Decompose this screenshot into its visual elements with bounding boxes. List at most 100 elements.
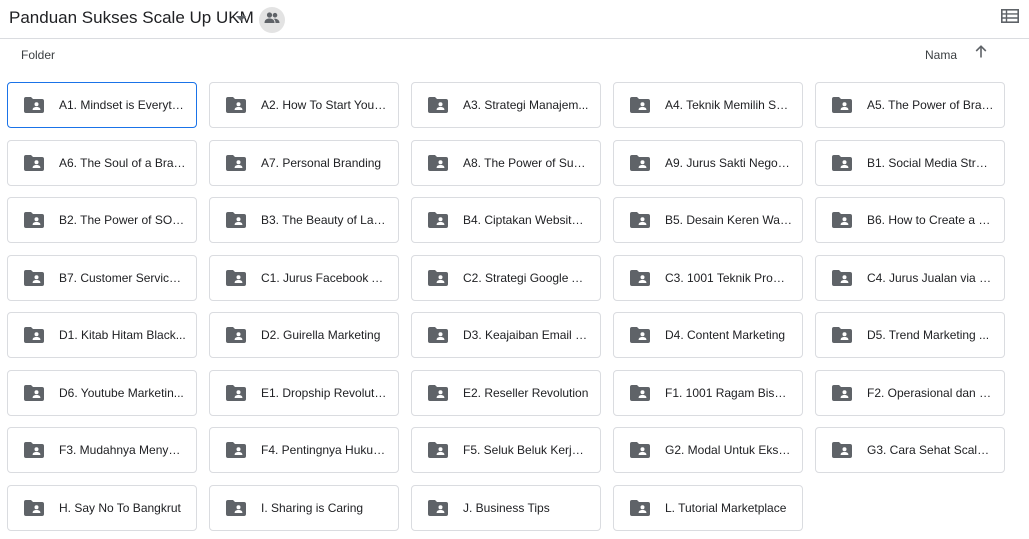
sort-direction-button[interactable] — [972, 45, 990, 62]
shared-folder-icon — [428, 97, 448, 113]
shared-folder-icon — [428, 327, 448, 343]
shared-folder-icon — [226, 154, 246, 171]
shared-folder-icon — [630, 327, 650, 343]
shared-folder-icon — [24, 499, 44, 516]
folder-item[interactable]: D2. Guirella Marketing — [209, 312, 399, 358]
folder-item[interactable]: E1. Dropship Revolution — [209, 369, 399, 416]
folder-item[interactable]: E2. Reseller Revolution — [411, 369, 601, 416]
shared-folder-icon — [24, 327, 44, 343]
folder-name: A3. Strategi Manajem... — [463, 98, 589, 112]
folder-item[interactable]: B3. The Beauty of Lan... — [209, 197, 399, 243]
folder-item[interactable]: A9. Jurus Sakti Negos... — [613, 139, 803, 186]
folder-item[interactable]: F3. Mudahnya Menyus... — [7, 427, 197, 473]
folder-name: I. Sharing is Caring — [261, 500, 364, 515]
shared-folder-icon — [24, 442, 44, 458]
folder-item[interactable]: B4. Ciptakan Website ... — [411, 197, 601, 243]
folder-item[interactable]: F4. Pentingnya Hukum... — [209, 427, 399, 473]
folder-item[interactable]: G3. Cara Sehat Scale ... — [815, 427, 1005, 473]
folder-item[interactable]: A4. Teknik Memilih Su... — [613, 82, 803, 128]
folder-name: C4. Jurus Jualan via S... — [867, 270, 994, 285]
shared-folder-icon — [428, 499, 448, 516]
shared-folder-icon — [428, 212, 448, 228]
folder-name: D3. Keajaiban Email M... — [463, 328, 590, 342]
folder-name: F3. Mudahnya Menyus... — [59, 443, 186, 457]
folder-item[interactable]: A7. Personal Branding — [209, 139, 399, 186]
shared-folder-icon — [428, 269, 448, 286]
folder-item[interactable]: C4. Jurus Jualan via S... — [815, 254, 1005, 301]
folder-item[interactable]: F5. Seluk Beluk Kerjas... — [411, 427, 601, 473]
folder-item[interactable]: B5. Desain Keren Waji... — [613, 197, 803, 243]
folder-name: G2. Modal Untuk Eksp... — [665, 443, 792, 457]
folder-item[interactable]: H. Say No To Bangkrut — [7, 484, 197, 531]
folder-item[interactable]: A2. How To Start Your ... — [209, 82, 399, 128]
shared-folder-icon — [428, 154, 448, 171]
shared-folder-icon — [630, 384, 650, 401]
folder-name: F1. 1001 Ragam Bisni... — [665, 385, 792, 400]
shared-folder-icon — [428, 384, 448, 401]
folder-name: C2. Strategi Google Ads — [463, 270, 590, 285]
folder-grid: A1. Mindset is Everyting A2. How To Start… — [7, 82, 1005, 531]
shared-folder-icon — [24, 269, 44, 286]
shared-folder-icon — [832, 442, 852, 458]
shared-folder-icon — [832, 384, 852, 401]
folder-item[interactable]: F2. Operasional dan K... — [815, 369, 1005, 416]
folder-item[interactable]: A8. The Power of Sup... — [411, 139, 601, 186]
folder-name: C3. 1001 Teknik Prom... — [665, 270, 792, 285]
folder-name: C1. Jurus Facebook A... — [261, 270, 388, 285]
shared-folder-icon — [24, 97, 44, 113]
shared-folder-icon — [832, 327, 852, 343]
list-view-icon — [1001, 8, 1019, 28]
folder-item[interactable]: A1. Mindset is Everyting — [7, 82, 197, 128]
folder-item[interactable]: G2. Modal Untuk Eksp... — [613, 427, 803, 473]
folder-name: B6. How to Create a Gr... — [867, 213, 994, 227]
folder-item[interactable]: B2. The Power of SOS... — [7, 197, 197, 243]
folder-name: A2. How To Start Your ... — [261, 98, 388, 112]
section-label-folder: Folder — [21, 48, 56, 62]
folder-name: H. Say No To Bangkrut — [59, 500, 181, 515]
shared-folder-icon — [226, 327, 246, 343]
folder-name: F2. Operasional dan K... — [867, 385, 994, 400]
shared-people-button[interactable] — [259, 7, 285, 33]
shared-folder-icon — [832, 154, 852, 171]
folder-item[interactable]: A3. Strategi Manajem... — [411, 82, 601, 128]
folder-name: B7. Customer Service ... — [59, 270, 186, 285]
shared-folder-icon — [226, 442, 246, 458]
folder-name: G3. Cara Sehat Scale ... — [867, 443, 994, 457]
folder-name: L. Tutorial Marketplace — [665, 500, 787, 515]
folder-item[interactable]: A5. The Power of Bran... — [815, 82, 1005, 128]
folder-item[interactable]: C1. Jurus Facebook A... — [209, 254, 399, 301]
folder-item[interactable]: A6. The Soul of a Brand — [7, 139, 197, 186]
folder-item[interactable]: L. Tutorial Marketplace — [613, 484, 803, 531]
folder-item[interactable]: B7. Customer Service ... — [7, 254, 197, 301]
folder-item[interactable]: J. Business Tips — [411, 484, 601, 531]
folder-item[interactable]: D6. Youtube Marketin... — [7, 369, 197, 416]
shared-folder-icon — [630, 154, 650, 171]
folder-name: A4. Teknik Memilih Su... — [665, 98, 792, 112]
folder-item[interactable]: D1. Kitab Hitam Black... — [7, 312, 197, 358]
shared-folder-icon — [226, 384, 246, 401]
shared-folder-icon — [24, 154, 44, 171]
shared-folder-icon — [24, 212, 44, 228]
shared-folder-icon — [630, 97, 650, 113]
folder-item[interactable]: D3. Keajaiban Email M... — [411, 312, 601, 358]
folder-item[interactable]: I. Sharing is Caring — [209, 484, 399, 531]
folder-item[interactable]: C2. Strategi Google Ads — [411, 254, 601, 301]
shared-folder-icon — [428, 442, 448, 458]
people-icon — [264, 11, 280, 29]
folder-name: B1. Social Media Strat... — [867, 155, 994, 170]
folder-name: A1. Mindset is Everyting — [59, 98, 186, 112]
shared-folder-icon — [630, 269, 650, 286]
folder-name: F4. Pentingnya Hukum... — [261, 443, 388, 457]
sort-by-name-button[interactable]: Nama — [925, 48, 957, 62]
folder-item[interactable]: C3. 1001 Teknik Prom... — [613, 254, 803, 301]
folder-title[interactable]: Panduan Sukses Scale Up UKM — [9, 8, 254, 28]
folder-name: D2. Guirella Marketing — [261, 328, 381, 342]
list-view-button[interactable] — [1001, 8, 1019, 28]
folder-name: A7. Personal Branding — [261, 155, 382, 170]
folder-item[interactable]: F1. 1001 Ragam Bisni... — [613, 369, 803, 416]
caret-down-icon[interactable] — [236, 16, 246, 21]
folder-item[interactable]: D4. Content Marketing — [613, 312, 803, 358]
folder-item[interactable]: B6. How to Create a Gr... — [815, 197, 1005, 243]
folder-item[interactable]: B1. Social Media Strat... — [815, 139, 1005, 186]
folder-item[interactable]: D5. Trend Marketing ... — [815, 312, 1005, 358]
